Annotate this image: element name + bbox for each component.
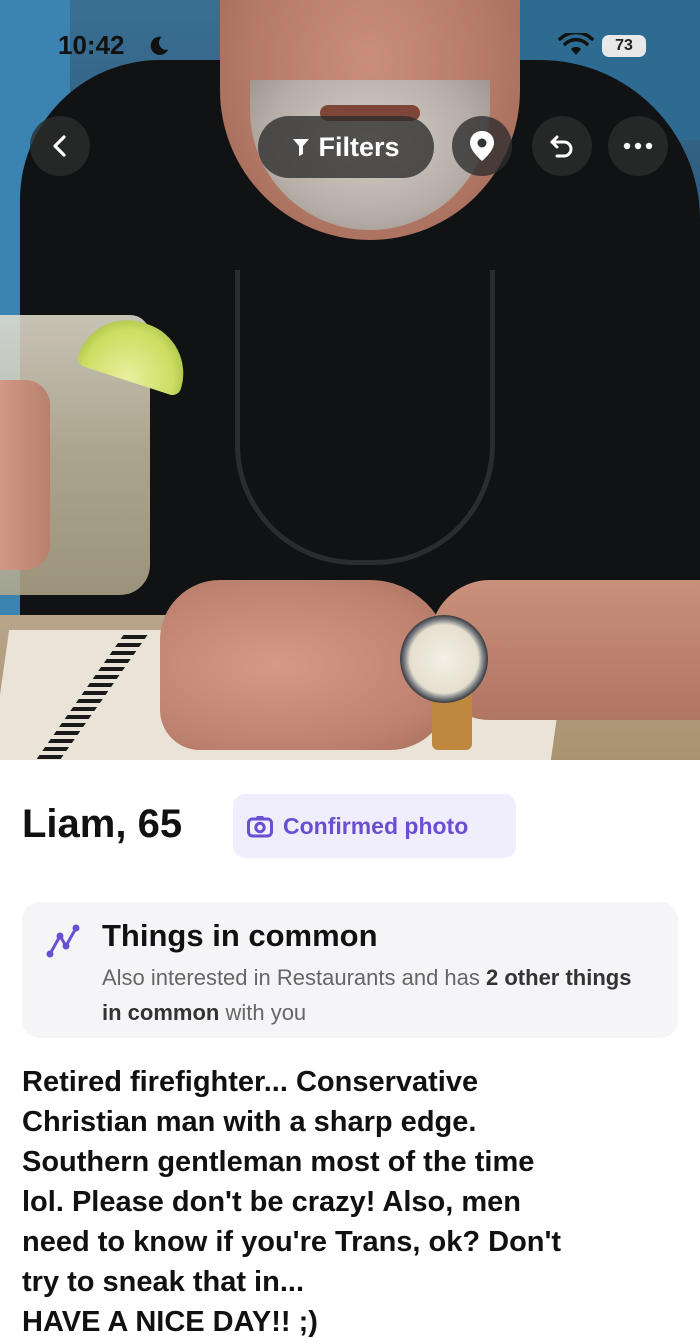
battery-level: 73	[615, 37, 633, 54]
confirmed-photo-badge[interactable]: Confirmed photo	[233, 794, 516, 858]
back-chevron-icon	[53, 135, 66, 157]
wifi-icon	[558, 33, 594, 55]
things-in-common-description: Also interested in Restaurants and has 2…	[102, 960, 642, 1030]
back-button[interactable]	[30, 116, 90, 176]
profile-name-age: Liam, 65	[22, 802, 183, 846]
things-in-common-title: Things in common	[102, 918, 378, 953]
undo-button[interactable]	[532, 116, 592, 176]
filters-label: Filters	[318, 131, 400, 162]
connection-icon	[46, 924, 80, 958]
things-in-common-card[interactable]: Things in common Also interested in Rest…	[22, 902, 678, 1038]
undo-icon	[550, 135, 573, 158]
location-pin-icon	[470, 131, 494, 161]
common-desc-suffix: with you	[219, 1000, 307, 1025]
filter-icon	[293, 139, 310, 156]
common-desc-prefix: Also interested in Restaurants and has	[102, 965, 487, 990]
more-icon	[623, 142, 653, 150]
photo-watch	[400, 615, 488, 703]
status-time: 10:42	[58, 30, 125, 60]
filters-button[interactable]: Filters	[258, 116, 434, 178]
moon-icon	[150, 36, 169, 55]
profile-bio: Retired firefighter... Conservative Chri…	[22, 1066, 562, 1338]
photo-fingers	[0, 380, 50, 570]
camera-icon	[247, 816, 273, 838]
more-button[interactable]	[608, 116, 668, 176]
photo-glasses-strap	[235, 270, 495, 565]
confirmed-photo-label: Confirmed photo	[283, 812, 469, 839]
battery-icon: 73	[602, 35, 646, 57]
location-button[interactable]	[452, 116, 512, 176]
profile-photo[interactable]	[0, 0, 700, 760]
